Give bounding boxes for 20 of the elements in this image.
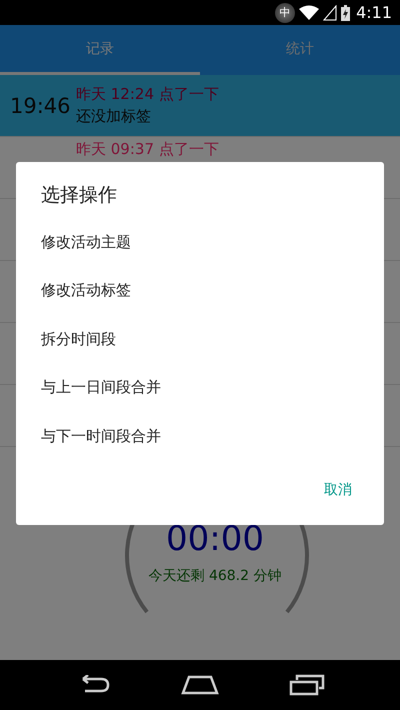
cancel-button[interactable]: 取消 — [324, 476, 352, 502]
signal-icon — [323, 4, 338, 20]
input-method-indicator: 中 — [275, 2, 296, 22]
menu-item[interactable]: 修改活动主题 — [16, 218, 384, 266]
record-tag: 还没加标签 — [76, 107, 219, 126]
record-event: 昨天 09:37 点了一下 — [76, 140, 219, 159]
remaining-time: 今天还剩 468.2 分钟 — [148, 567, 282, 585]
battery-icon — [341, 4, 350, 20]
clock: 4:11 — [356, 3, 392, 22]
home-icon[interactable] — [181, 675, 219, 695]
record-event: 昨天 12:24 点了一下 — [76, 85, 219, 104]
dialog-title: 选择操作 — [40, 183, 118, 208]
wifi-icon — [299, 4, 320, 20]
record-time: 19:46 — [9, 94, 72, 118]
menu-item[interactable]: 修改活动标签 — [16, 266, 384, 315]
recents-icon[interactable] — [289, 674, 325, 696]
menu-item[interactable]: 与上一日间段合并 — [16, 364, 384, 412]
timer-display: 00:00 — [166, 519, 264, 559]
menu-item[interactable]: 拆分时间段 — [16, 315, 384, 364]
menu-item[interactable]: 与下一时间段合并 — [16, 412, 384, 460]
